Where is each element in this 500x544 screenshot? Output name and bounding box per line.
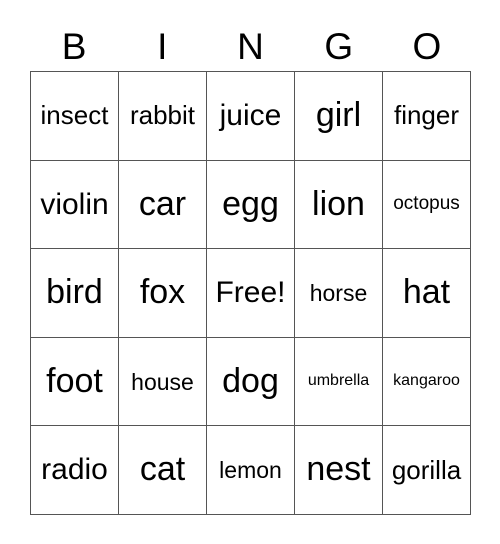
bingo-cell[interactable]: house bbox=[119, 337, 207, 427]
bingo-cell[interactable]: hat bbox=[383, 249, 471, 338]
bingo-header-letter-g: G bbox=[324, 26, 354, 67]
bingo-cell[interactable]: dog bbox=[207, 337, 295, 427]
bingo-cell-label: octopus bbox=[393, 193, 460, 215]
bingo-cell[interactable]: lion bbox=[295, 160, 383, 250]
bingo-cell-label: egg bbox=[222, 184, 279, 223]
bingo-cell[interactable]: insect bbox=[31, 72, 119, 161]
bingo-cell[interactable]: octopus bbox=[383, 160, 471, 250]
bingo-cell-label: lemon bbox=[219, 457, 282, 484]
bingo-cell-label: umbrella bbox=[307, 372, 370, 390]
bingo-cell[interactable]: fox bbox=[119, 249, 207, 338]
bingo-header-letter-o: O bbox=[412, 26, 442, 67]
bingo-header-row: BINGO bbox=[30, 22, 471, 71]
bingo-cell[interactable]: nest bbox=[295, 426, 383, 515]
bingo-cell[interactable]: radio bbox=[31, 426, 119, 515]
bingo-cell-label: girl bbox=[315, 95, 362, 134]
bingo-cell-label: nest bbox=[306, 450, 371, 489]
bingo-cell-label: cat bbox=[139, 450, 186, 489]
bingo-cell[interactable]: cat bbox=[119, 426, 207, 515]
bingo-cell-free-space[interactable]: Free! bbox=[207, 249, 295, 338]
bingo-cell-label: hat bbox=[402, 273, 451, 312]
bingo-cell[interactable]: rabbit bbox=[119, 72, 207, 161]
bingo-cell-label: finger bbox=[393, 100, 460, 131]
bingo-cell-label: foot bbox=[46, 361, 103, 400]
bingo-cell-label: house bbox=[131, 368, 194, 395]
bingo-cell[interactable]: finger bbox=[383, 72, 471, 161]
bingo-cell-label: lion bbox=[312, 184, 365, 223]
bingo-cell-label: violin bbox=[40, 187, 109, 221]
bingo-cell-label: juice bbox=[219, 99, 282, 133]
bingo-cell[interactable]: girl bbox=[295, 72, 383, 161]
bingo-cell[interactable]: bird bbox=[31, 249, 119, 338]
bingo-cell-label: rabbit bbox=[129, 100, 196, 131]
bingo-cell-label: horse bbox=[309, 279, 368, 306]
bingo-cell-label: dog bbox=[222, 361, 279, 400]
bingo-cell-label: fox bbox=[139, 273, 186, 312]
bingo-cell[interactable]: umbrella bbox=[295, 337, 383, 427]
bingo-cell[interactable]: egg bbox=[207, 160, 295, 250]
bingo-cell[interactable]: foot bbox=[31, 337, 119, 427]
bingo-header-letter-n: N bbox=[237, 26, 264, 67]
bingo-card: BINGO insect rabbit juice girl finger violin c… bbox=[0, 0, 500, 544]
bingo-cell[interactable]: kangaroo bbox=[383, 337, 471, 427]
bingo-cell[interactable]: violin bbox=[31, 160, 119, 250]
bingo-cell-label: gorilla bbox=[391, 454, 462, 485]
bingo-cell-label: radio bbox=[41, 453, 108, 487]
bingo-cell[interactable]: car bbox=[119, 160, 207, 250]
bingo-cell[interactable]: gorilla bbox=[383, 426, 471, 515]
bingo-cell-label: Free! bbox=[215, 276, 286, 310]
bingo-cell-label: bird bbox=[46, 273, 103, 312]
bingo-cell-label: insect bbox=[40, 100, 109, 131]
bingo-cell[interactable]: lemon bbox=[207, 426, 295, 515]
bingo-cell[interactable]: juice bbox=[207, 72, 295, 161]
bingo-cell[interactable]: horse bbox=[295, 249, 383, 338]
bingo-header-letter-b: B bbox=[61, 26, 87, 67]
bingo-cell-label: kangaroo bbox=[393, 372, 460, 390]
bingo-grid: insect rabbit juice girl finger violin car egg l… bbox=[30, 71, 471, 515]
bingo-header-letter-i: I bbox=[157, 26, 168, 67]
bingo-cell-label: car bbox=[138, 184, 187, 223]
